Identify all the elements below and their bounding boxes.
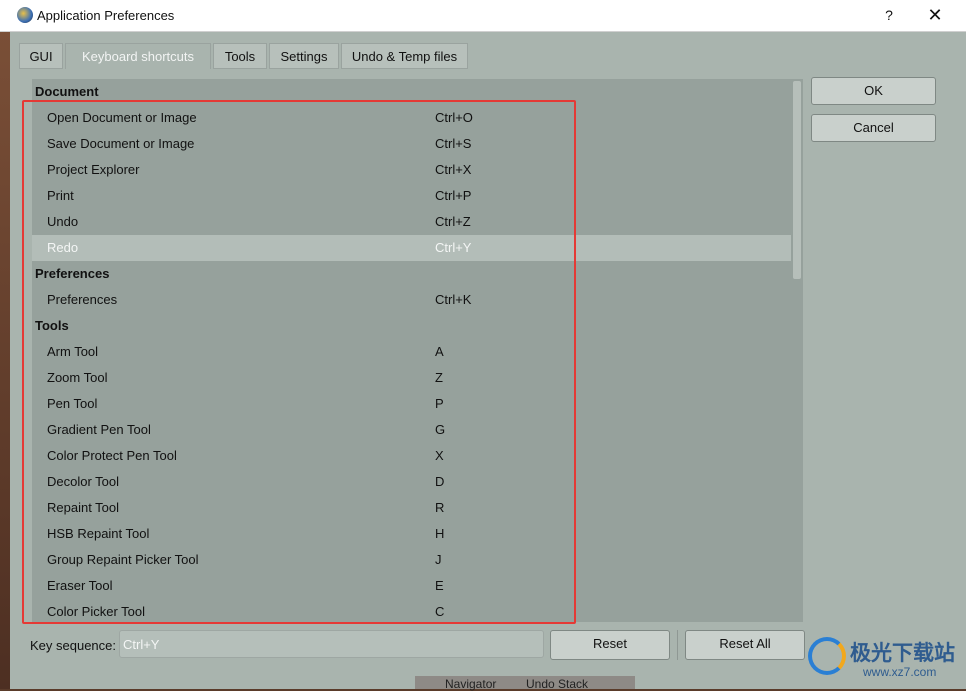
shortcut-row[interactable]: Save Document or Image Ctrl+S <box>32 131 802 157</box>
shortcut-name: Gradient Pen Tool <box>47 422 151 437</box>
shortcut-key: Ctrl+K <box>435 292 472 307</box>
shortcut-name: Undo <box>47 214 79 229</box>
category-label: Tools <box>35 318 69 333</box>
window-title: Application Preferences <box>37 8 175 23</box>
app-logo-icon <box>17 7 33 23</box>
preferences-dialog: Application Preferences ? ✕ GUI Keyboard… <box>0 0 966 689</box>
shortcut-row[interactable]: Decolor Tool D <box>32 469 802 495</box>
shortcut-row[interactable]: Repaint Tool R <box>32 495 802 521</box>
shortcut-key: Ctrl+O <box>435 110 473 125</box>
shortcut-row[interactable]: Eraser Tool E <box>32 573 802 599</box>
shortcut-row[interactable]: HSB Repaint Tool H <box>32 521 802 547</box>
shortcut-key: G <box>435 422 446 437</box>
shortcut-key: Ctrl+S <box>435 136 472 151</box>
list-scrollbar[interactable] <box>791 79 803 622</box>
shortcut-row[interactable]: Open Document or Image Ctrl+O <box>32 105 802 131</box>
tab-gui[interactable]: GUI <box>19 43 63 69</box>
watermark-url: www.xz7.com <box>863 665 937 679</box>
close-icon[interactable]: ✕ <box>920 4 950 26</box>
scrollbar-thumb[interactable] <box>793 81 801 279</box>
key-sequence-input[interactable]: Ctrl+Y <box>119 630 544 658</box>
shortcut-key: D <box>435 474 445 489</box>
shortcut-key: P <box>435 396 444 411</box>
help-button[interactable]: ? <box>874 4 904 26</box>
watermark-brand: 极光下载站 <box>850 642 955 665</box>
shortcut-name: Repaint Tool <box>47 500 120 515</box>
shortcut-name: Redo <box>47 240 79 255</box>
title-bar: Application Preferences ? ✕ <box>0 0 966 32</box>
shortcut-name: Project Explorer <box>47 162 140 177</box>
shortcut-row[interactable]: Color Protect Pen Tool X <box>32 443 802 469</box>
shortcut-name: Color Protect Pen Tool <box>47 448 177 463</box>
watermark: 极光下载站 www.xz7.com <box>808 635 958 685</box>
shortcut-name: Save Document or Image <box>47 136 195 151</box>
ok-button[interactable]: OK <box>811 77 936 105</box>
shortcut-name: Eraser Tool <box>47 578 113 593</box>
shortcut-key: E <box>435 578 444 593</box>
watermark-logo-icon <box>808 637 846 675</box>
reset-button[interactable]: Reset <box>550 630 670 660</box>
shortcut-key: Ctrl+X <box>435 162 472 177</box>
shortcut-name: Preferences <box>47 292 118 307</box>
shortcut-row[interactable]: Gradient Pen Tool G <box>32 417 802 443</box>
shortcut-key: H <box>435 526 445 541</box>
category-header: Document <box>32 79 802 105</box>
shortcut-list: Document Open Document or Image Ctrl+O Save… <box>32 79 802 622</box>
category-label: Document <box>35 84 99 99</box>
shortcut-key: Ctrl+Y <box>435 240 472 255</box>
shortcut-key: R <box>435 500 445 515</box>
shortcut-name: HSB Repaint Tool <box>47 526 150 541</box>
shortcut-name: Arm Tool <box>47 344 99 359</box>
shortcut-row[interactable]: Zoom Tool Z <box>32 365 802 391</box>
shortcut-key: Ctrl+P <box>435 188 472 203</box>
shortcut-name: Pen Tool <box>47 396 98 411</box>
shortcut-row[interactable]: Redo Ctrl+Y <box>32 235 802 261</box>
shortcut-name: Open Document or Image <box>47 110 197 125</box>
shortcut-key: Ctrl+Z <box>435 214 471 229</box>
key-sequence-label: Key sequence: <box>30 638 117 653</box>
shortcut-name: Color Picker Tool <box>47 604 146 619</box>
shortcut-row[interactable]: Print Ctrl+P <box>32 183 802 209</box>
shortcut-row[interactable]: Arm Tool A <box>32 339 802 365</box>
shortcut-row[interactable]: Pen Tool P <box>32 391 802 417</box>
shortcut-key: C <box>435 604 445 619</box>
category-label: Preferences <box>35 266 110 281</box>
background-image-edge <box>0 30 10 689</box>
shortcut-name: Decolor Tool <box>47 474 120 489</box>
shortcut-row[interactable]: Color Picker Tool C <box>32 599 802 622</box>
shortcut-name: Group Repaint Picker Tool <box>47 552 199 567</box>
shortcut-key: A <box>435 344 444 359</box>
cancel-button[interactable]: Cancel <box>811 114 936 142</box>
shortcut-key: X <box>435 448 444 463</box>
tab-tools[interactable]: Tools <box>213 43 267 69</box>
category-header: Tools <box>32 313 802 339</box>
tab-keyboard-shortcuts[interactable]: Keyboard shortcuts <box>65 43 211 69</box>
tab-undo-temp-files[interactable]: Undo & Temp files <box>341 43 468 69</box>
shortcut-row[interactable]: Preferences Ctrl+K <box>32 287 802 313</box>
shortcut-key: J <box>435 552 442 567</box>
shortcut-row[interactable]: Group Repaint Picker Tool J <box>32 547 802 573</box>
reset-all-button[interactable]: Reset All <box>685 630 805 660</box>
shortcut-key: Z <box>435 370 443 385</box>
shortcut-name: Zoom Tool <box>47 370 108 385</box>
category-header: Preferences <box>32 261 802 287</box>
shortcut-row[interactable]: Undo Ctrl+Z <box>32 209 802 235</box>
tab-settings[interactable]: Settings <box>269 43 339 69</box>
shortcut-name: Print <box>47 188 74 203</box>
separator <box>677 630 678 660</box>
shortcut-row[interactable]: Project Explorer Ctrl+X <box>32 157 802 183</box>
